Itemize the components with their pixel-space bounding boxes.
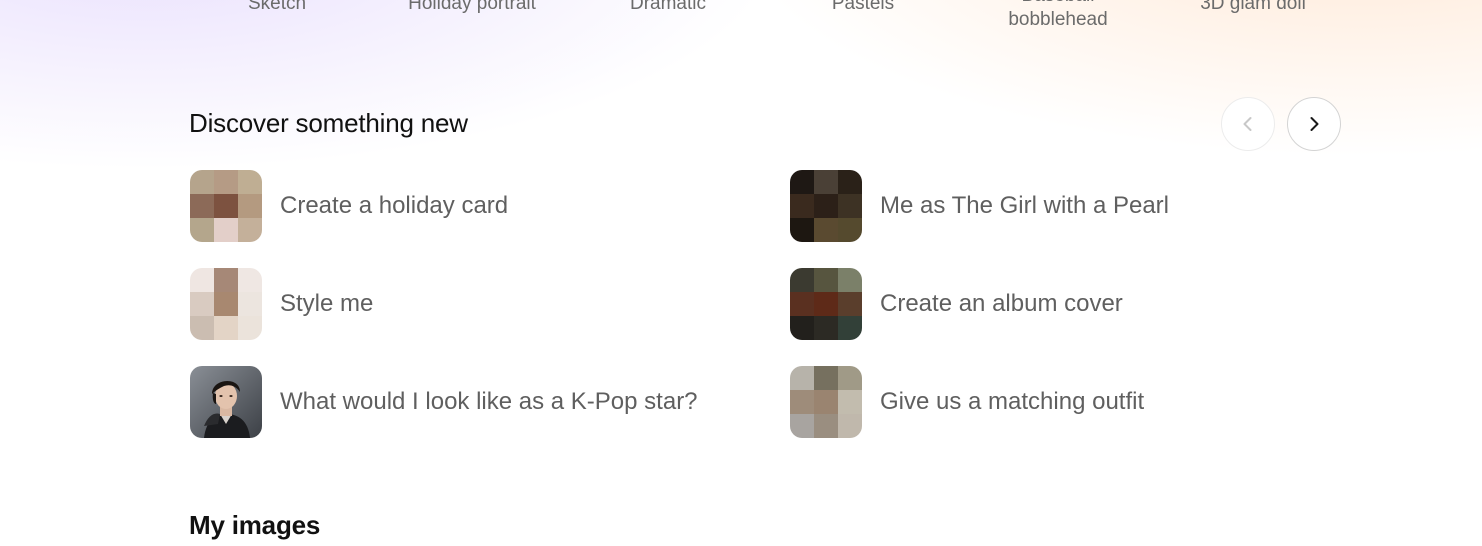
style-preset-label[interactable]: Holiday portrait bbox=[382, 0, 562, 16]
suggestion-thumbnail bbox=[790, 170, 862, 242]
thumbnail-pixel bbox=[214, 292, 238, 316]
thumbnail-pixel bbox=[838, 366, 862, 390]
suggestion-matching-outfit[interactable]: Give us a matching outfit bbox=[790, 366, 1144, 438]
thumbnail-pixel bbox=[238, 292, 262, 316]
suggestion-thumbnail bbox=[190, 170, 262, 242]
style-preset-label[interactable]: Baseball bobblehead bbox=[978, 0, 1138, 32]
style-preset-label[interactable]: Sketch bbox=[187, 0, 367, 16]
suggestion-holiday-card[interactable]: Create a holiday card bbox=[190, 170, 508, 242]
thumbnail-pixel bbox=[790, 194, 814, 218]
thumbnail-pixel bbox=[790, 218, 814, 242]
chevron-left-icon bbox=[1243, 117, 1252, 131]
thumbnail-pixel bbox=[790, 414, 814, 438]
discover-section-title: Discover something new bbox=[189, 108, 468, 138]
thumbnail-pixel bbox=[838, 292, 862, 316]
thumbnail-pixel bbox=[814, 170, 838, 194]
thumbnail-pixel bbox=[214, 170, 238, 194]
suggestion-label: Style me bbox=[280, 290, 374, 317]
thumbnail-pixel bbox=[214, 194, 238, 218]
suggestion-label: Give us a matching outfit bbox=[880, 388, 1145, 415]
thumbnail-pixel bbox=[814, 366, 838, 390]
thumbnail-pixel bbox=[238, 316, 262, 340]
thumbnail-pixel bbox=[238, 268, 262, 292]
thumbnail-pixel bbox=[814, 268, 838, 292]
thumbnail-pixel bbox=[790, 390, 814, 414]
thumbnail-pixel bbox=[838, 194, 862, 218]
thumbnail-pixel bbox=[214, 218, 238, 242]
thumbnail-pixel bbox=[790, 316, 814, 340]
thumbnail-pixel bbox=[838, 316, 862, 340]
thumbnail-pixel bbox=[814, 194, 838, 218]
carousel-prev-button[interactable] bbox=[1221, 97, 1275, 151]
my-images-section-title: My images bbox=[189, 510, 321, 540]
thumbnail-pixel bbox=[190, 194, 214, 218]
thumbnail-pixel bbox=[838, 170, 862, 194]
thumbnail-pixel bbox=[790, 170, 814, 194]
thumbnail-pixel bbox=[814, 292, 838, 316]
suggestion-style-me[interactable]: Style me bbox=[190, 268, 373, 340]
suggestion-label: Me as The Girl with a Pearl bbox=[880, 192, 1169, 219]
thumbnail-pixel bbox=[190, 170, 214, 194]
suggestion-label: What would I look like as a K-Pop star? bbox=[280, 388, 698, 415]
suggestion-thumbnail bbox=[790, 366, 862, 438]
thumbnail-pixel bbox=[838, 390, 862, 414]
carousel-next-button[interactable] bbox=[1287, 97, 1341, 151]
style-presets-strip: Sketch Holiday portrait Dramatic Pastels… bbox=[0, 0, 1482, 40]
suggestion-kpop-star[interactable]: What would I look like as a K-Pop star? bbox=[190, 366, 698, 438]
thumbnail-pixel bbox=[790, 292, 814, 316]
style-preset-label[interactable]: Dramatic bbox=[578, 0, 758, 16]
thumbnail-pixel bbox=[814, 316, 838, 340]
thumbnail-pixel bbox=[190, 218, 214, 242]
chevron-right-icon bbox=[1310, 117, 1319, 131]
thumbnail-pixel bbox=[190, 316, 214, 340]
suggestion-thumbnail bbox=[790, 268, 862, 340]
suggestion-girl-with-pearl[interactable]: Me as The Girl with a Pearl bbox=[790, 170, 1169, 242]
thumbnail-pixel bbox=[238, 218, 262, 242]
thumbnail-pixel bbox=[214, 268, 238, 292]
thumbnail-pixel bbox=[838, 218, 862, 242]
thumbnail-pixel bbox=[190, 268, 214, 292]
thumbnail-pixel bbox=[790, 268, 814, 292]
style-preset-label[interactable]: Pastels bbox=[773, 0, 953, 16]
suggestion-label: Create a holiday card bbox=[280, 192, 509, 219]
thumbnail-pixel bbox=[814, 390, 838, 414]
thumbnail-pixel bbox=[838, 268, 862, 292]
thumbnail-pixel bbox=[814, 414, 838, 438]
thumbnail-pixel bbox=[214, 316, 238, 340]
suggestion-grid: Create a holiday card Me as The Girl wit… bbox=[190, 170, 1350, 440]
style-preset-label[interactable]: 3D glam doll bbox=[1163, 0, 1343, 16]
suggestion-thumbnail bbox=[190, 268, 262, 340]
suggestion-label: Create an album cover bbox=[880, 290, 1123, 317]
suggestion-album-cover[interactable]: Create an album cover bbox=[790, 268, 1123, 340]
thumbnail-pixel bbox=[238, 194, 262, 218]
portrait-thumbnail bbox=[190, 366, 262, 438]
thumbnail-pixel bbox=[838, 414, 862, 438]
thumbnail-pixel bbox=[790, 366, 814, 390]
thumbnail-pixel bbox=[814, 218, 838, 242]
thumbnail-pixel bbox=[238, 170, 262, 194]
thumbnail-pixel bbox=[190, 292, 214, 316]
